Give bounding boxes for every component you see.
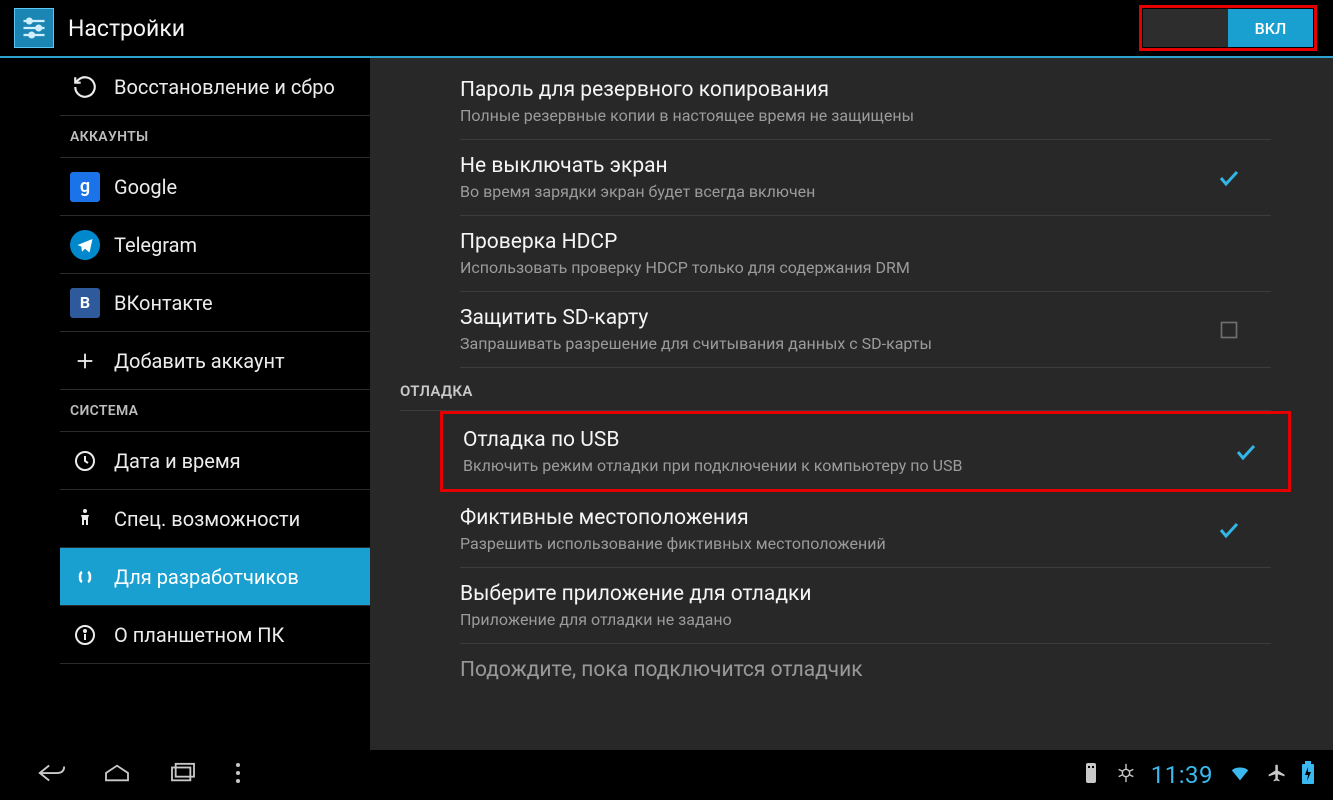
sidebar-item-google[interactable]: g Google <box>60 158 370 216</box>
google-icon: g <box>70 172 100 202</box>
page-title: Настройки <box>68 15 185 42</box>
sidebar-item-accessibility[interactable]: Спец. возможности <box>60 490 370 548</box>
option-protect-sd[interactable]: Защитить SD-карту Запрашивать разрешение… <box>460 292 1271 368</box>
option-title: Подождите, пока подключится отладчик <box>460 658 1241 682</box>
nav-home-button[interactable] <box>84 762 150 788</box>
sidebar-item-label: Добавить аккаунт <box>114 349 285 373</box>
option-title: Отладка по USB <box>463 428 1234 452</box>
sidebar-category-system: СИСТЕМА <box>60 390 370 432</box>
checkbox-unchecked-icon[interactable] <box>1217 318 1241 342</box>
sidebar-item-datetime[interactable]: Дата и время <box>60 432 370 490</box>
sidebar-item-label: Спец. возможности <box>114 507 300 531</box>
option-mock-locations[interactable]: Фиктивные местоположения Разрешить испол… <box>460 492 1271 568</box>
option-stay-awake[interactable]: Не выключать экран Во время зарядки экра… <box>460 140 1271 216</box>
sidebar-item-label: Восстановление и сбро <box>114 75 335 99</box>
settings-app-icon <box>14 8 54 48</box>
sidebar-item-about[interactable]: О планшетном ПК <box>60 606 370 664</box>
telegram-icon <box>70 230 100 260</box>
settings-sidebar: Восстановление и сбро АККАУНТЫ g Google … <box>0 58 370 750</box>
system-navbar: 11:39 <box>0 750 1333 800</box>
option-title: Защитить SD-карту <box>460 306 1217 330</box>
checkbox-checked-icon[interactable] <box>1217 166 1241 190</box>
sidebar-item-label: Для разработчиков <box>114 565 299 589</box>
vk-icon: B <box>70 288 100 318</box>
section-label-debug: ОТЛАДКА <box>400 368 1271 411</box>
status-airplane-icon <box>1267 763 1287 787</box>
status-battery-charging-icon <box>1301 761 1315 789</box>
status-usb-icon <box>1081 761 1101 789</box>
info-icon <box>70 620 100 650</box>
dev-options-toggle[interactable]: ВКЛ <box>1143 9 1313 47</box>
sidebar-item-vk[interactable]: B ВКонтакте <box>60 274 370 332</box>
sidebar-item-recovery[interactable]: Восстановление и сбро <box>60 58 370 116</box>
accessibility-icon <box>70 504 100 534</box>
sidebar-item-label: Google <box>114 175 177 199</box>
sidebar-item-add-account[interactable]: Добавить аккаунт <box>60 332 370 390</box>
option-wait-debugger[interactable]: Подождите, пока подключится отладчик <box>460 644 1271 700</box>
status-adb-icon <box>1115 761 1137 789</box>
option-subtitle: Приложение для отладки не задано <box>460 610 1241 629</box>
option-subtitle: Во время зарядки экран будет всегда вклю… <box>460 182 1217 201</box>
nav-recent-button[interactable] <box>150 762 216 788</box>
option-subtitle: Разрешить использование фиктивных местоп… <box>460 534 1217 553</box>
option-subtitle: Включить режим отладки при подключении к… <box>463 456 1234 475</box>
option-hdcp[interactable]: Проверка HDCP Использовать проверку HDCP… <box>460 216 1271 292</box>
option-subtitle: Запрашивать разрешение для считывания да… <box>460 334 1217 353</box>
checkbox-checked-icon[interactable] <box>1234 440 1258 464</box>
option-title: Фиктивные местоположения <box>460 506 1217 530</box>
option-select-debug-app[interactable]: Выберите приложение для отладки Приложен… <box>460 568 1271 644</box>
option-subtitle: Использовать проверку HDCP только для со… <box>460 258 1241 277</box>
sidebar-item-telegram[interactable]: Telegram <box>60 216 370 274</box>
option-subtitle: Полные резервные копии в настоящее время… <box>460 106 1241 125</box>
sidebar-category-accounts: АККАУНТЫ <box>60 116 370 158</box>
clock-icon <box>70 446 100 476</box>
option-title: Выберите приложение для отладки <box>460 582 1241 606</box>
status-clock: 11:39 <box>1151 761 1213 789</box>
option-title: Проверка HDCP <box>460 230 1241 254</box>
sidebar-item-label: ВКонтакте <box>114 291 213 315</box>
option-usb-debugging[interactable]: Отладка по USB Включить режим отладки пр… <box>440 411 1291 492</box>
nav-back-button[interactable] <box>18 761 84 789</box>
backup-restore-icon <box>70 72 100 102</box>
option-title: Не выключать экран <box>460 154 1217 178</box>
toggle-on-label: ВКЛ <box>1228 9 1313 47</box>
sidebar-item-label: О планшетном ПК <box>114 623 284 647</box>
sidebar-item-label: Дата и время <box>114 449 241 473</box>
developer-options-panel: Пароль для резервного копирования Полные… <box>370 58 1333 750</box>
nav-menu-button[interactable] <box>216 761 260 789</box>
sidebar-item-label: Telegram <box>114 233 197 257</box>
sidebar-item-developer[interactable]: Для разработчиков <box>60 548 370 606</box>
plus-icon <box>70 346 100 376</box>
settings-header: Настройки ВКЛ <box>0 0 1333 58</box>
status-wifi-icon <box>1227 762 1253 788</box>
checkbox-checked-icon[interactable] <box>1217 518 1241 542</box>
option-title: Пароль для резервного копирования <box>460 78 1241 102</box>
developer-icon <box>70 562 100 592</box>
dev-options-toggle-highlight: ВКЛ <box>1139 5 1317 51</box>
option-backup-password[interactable]: Пароль для резервного копирования Полные… <box>460 64 1271 140</box>
